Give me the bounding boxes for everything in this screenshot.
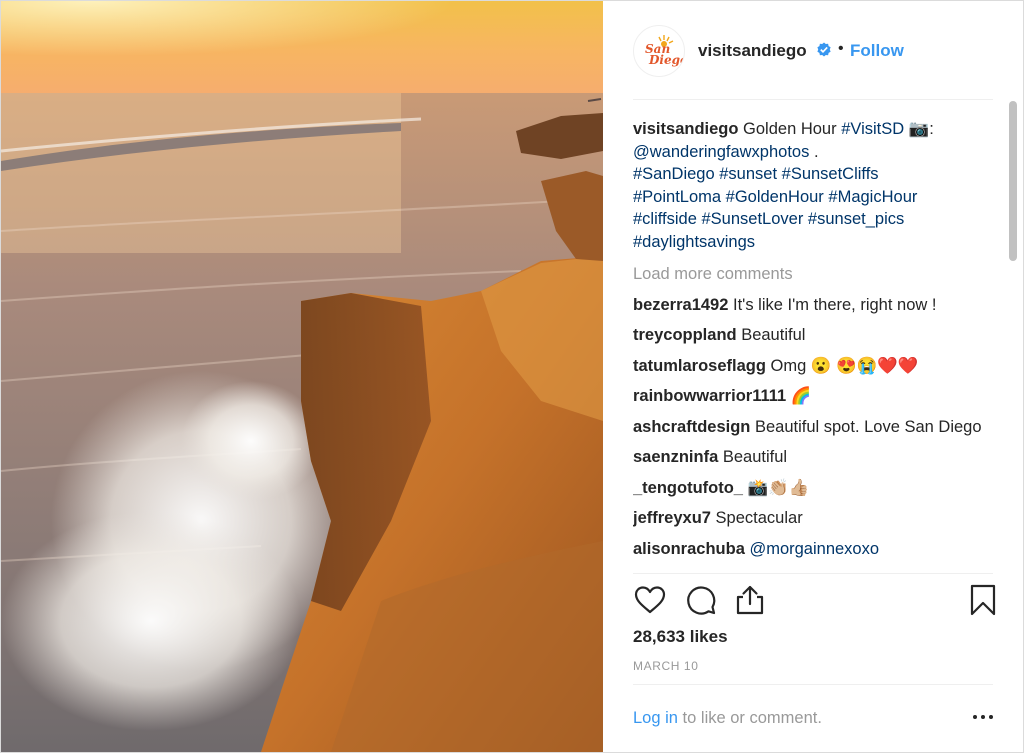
comment-item: ashcraftdesign Beautiful spot. Love San … bbox=[633, 416, 991, 439]
comment-item: jeffreyxu7 Spectacular bbox=[633, 507, 991, 530]
svg-text:Diego: Diego bbox=[648, 53, 684, 67]
action-bar bbox=[633, 583, 996, 619]
hashtag-link[interactable]: #daylightsavings bbox=[633, 233, 755, 251]
post-username[interactable]: visitsandiego bbox=[698, 41, 807, 61]
caption-text: Golden Hour bbox=[738, 120, 842, 138]
likes-count[interactable]: 28,633 likes bbox=[633, 627, 728, 647]
comment-item: tatumlaroseflagg Omg 😮 😍😭❤️❤️ bbox=[633, 355, 991, 378]
comment-text: Beautiful spot. Love San Diego bbox=[750, 417, 982, 436]
comment-username[interactable]: _tengotufoto_ bbox=[633, 479, 743, 497]
hashtag-link[interactable]: #SunsetLover bbox=[702, 210, 804, 228]
hashtag-link[interactable]: #GoldenHour bbox=[726, 188, 824, 206]
comment-item: rainbowwarrior1111 🌈 bbox=[633, 385, 991, 408]
comment-username[interactable]: saenzninfa bbox=[633, 448, 718, 466]
comment-username[interactable]: alisonrachuba bbox=[633, 540, 745, 558]
divider bbox=[633, 684, 993, 685]
post-header: San Diego visitsandiego • Follow bbox=[603, 1, 1023, 99]
hashtag-link[interactable]: #VisitSD bbox=[841, 120, 904, 138]
hashtag-link[interactable]: #sunset bbox=[719, 165, 777, 183]
post-dialog: San Diego visitsandiego • Follow visitsa… bbox=[0, 0, 1024, 753]
comments-list[interactable]: visitsandiego Golden Hour #VisitSD 📷: @w… bbox=[633, 111, 991, 573]
comment-item: alisonrachuba @morgainnexoxo bbox=[633, 538, 991, 561]
comment-username[interactable]: bezerra1492 bbox=[633, 296, 728, 314]
comment-item: treycoppland Beautiful bbox=[633, 324, 991, 347]
load-more-comments-button[interactable]: Load more comments bbox=[633, 263, 991, 286]
san-diego-logo: San Diego bbox=[645, 35, 684, 67]
divider bbox=[633, 573, 993, 574]
hashtag-link[interactable]: #MagicHour bbox=[828, 188, 917, 206]
follow-button[interactable]: Follow bbox=[850, 41, 904, 61]
verified-badge-icon bbox=[817, 42, 831, 57]
post-date[interactable]: MARCH 10 bbox=[633, 659, 698, 673]
comment-text: It's like I'm there, right now ! bbox=[728, 295, 937, 314]
share-icon[interactable] bbox=[733, 583, 767, 617]
sunset-cliffs-image bbox=[1, 1, 603, 752]
comment-text: Beautiful bbox=[718, 448, 788, 466]
mention-link[interactable]: @morgainnexoxo bbox=[745, 540, 879, 558]
comments-scrollbar[interactable] bbox=[1009, 101, 1017, 571]
caption-username[interactable]: visitsandiego bbox=[633, 120, 738, 138]
comment-username[interactable]: treycoppland bbox=[633, 326, 737, 344]
post-caption: visitsandiego Golden Hour #VisitSD 📷: @w… bbox=[633, 118, 991, 253]
comment-text: 📸👏🏼👍🏼 bbox=[742, 478, 810, 497]
hashtag-link[interactable]: #SunsetCliffs bbox=[782, 165, 879, 183]
mention-link[interactable]: @wanderingfawxphotos bbox=[633, 143, 809, 161]
separator-dot: • bbox=[838, 40, 844, 57]
login-prompt-text: to like or comment. bbox=[677, 709, 822, 727]
hashtag-link[interactable]: #SanDiego bbox=[633, 165, 715, 183]
divider bbox=[633, 99, 993, 100]
login-link[interactable]: Log in bbox=[633, 709, 678, 727]
hashtag-link[interactable]: #cliffside bbox=[633, 210, 697, 228]
comment-text: Spectacular bbox=[710, 509, 803, 527]
hashtag-link[interactable]: #PointLoma bbox=[633, 188, 721, 206]
comment-username[interactable]: rainbowwarrior1111 bbox=[633, 387, 786, 405]
hashtag-link[interactable]: #sunset_pics bbox=[808, 210, 904, 228]
comment-item: saenzninfa Beautiful bbox=[633, 446, 991, 469]
comment-bubble-icon[interactable] bbox=[684, 583, 718, 617]
heart-icon[interactable] bbox=[633, 583, 667, 617]
avatar[interactable]: San Diego bbox=[633, 25, 685, 77]
ellipsis-icon[interactable] bbox=[971, 707, 995, 727]
caption-text: 📷: bbox=[904, 120, 934, 138]
caption-text: . bbox=[809, 142, 819, 161]
comment-username[interactable]: tatumlaroseflagg bbox=[633, 357, 766, 375]
comment-username[interactable]: ashcraftdesign bbox=[633, 418, 750, 436]
comment-username[interactable]: jeffreyxu7 bbox=[633, 509, 711, 527]
login-prompt: Log in to like or comment. bbox=[633, 709, 822, 728]
comment-item: bezerra1492 It's like I'm there, right n… bbox=[633, 294, 991, 317]
comment-text: 🌈 bbox=[786, 387, 812, 405]
post-sidebar: San Diego visitsandiego • Follow visitsa… bbox=[603, 1, 1023, 752]
post-photo[interactable] bbox=[1, 1, 603, 752]
comment-text: Beautiful bbox=[736, 326, 806, 344]
bookmark-icon[interactable] bbox=[966, 583, 1000, 617]
comment-text: Omg 😮 😍😭❤️❤️ bbox=[765, 356, 919, 375]
scrollbar-thumb[interactable] bbox=[1009, 101, 1017, 261]
comment-item: _tengotufoto_ 📸👏🏼👍🏼 bbox=[633, 477, 991, 500]
